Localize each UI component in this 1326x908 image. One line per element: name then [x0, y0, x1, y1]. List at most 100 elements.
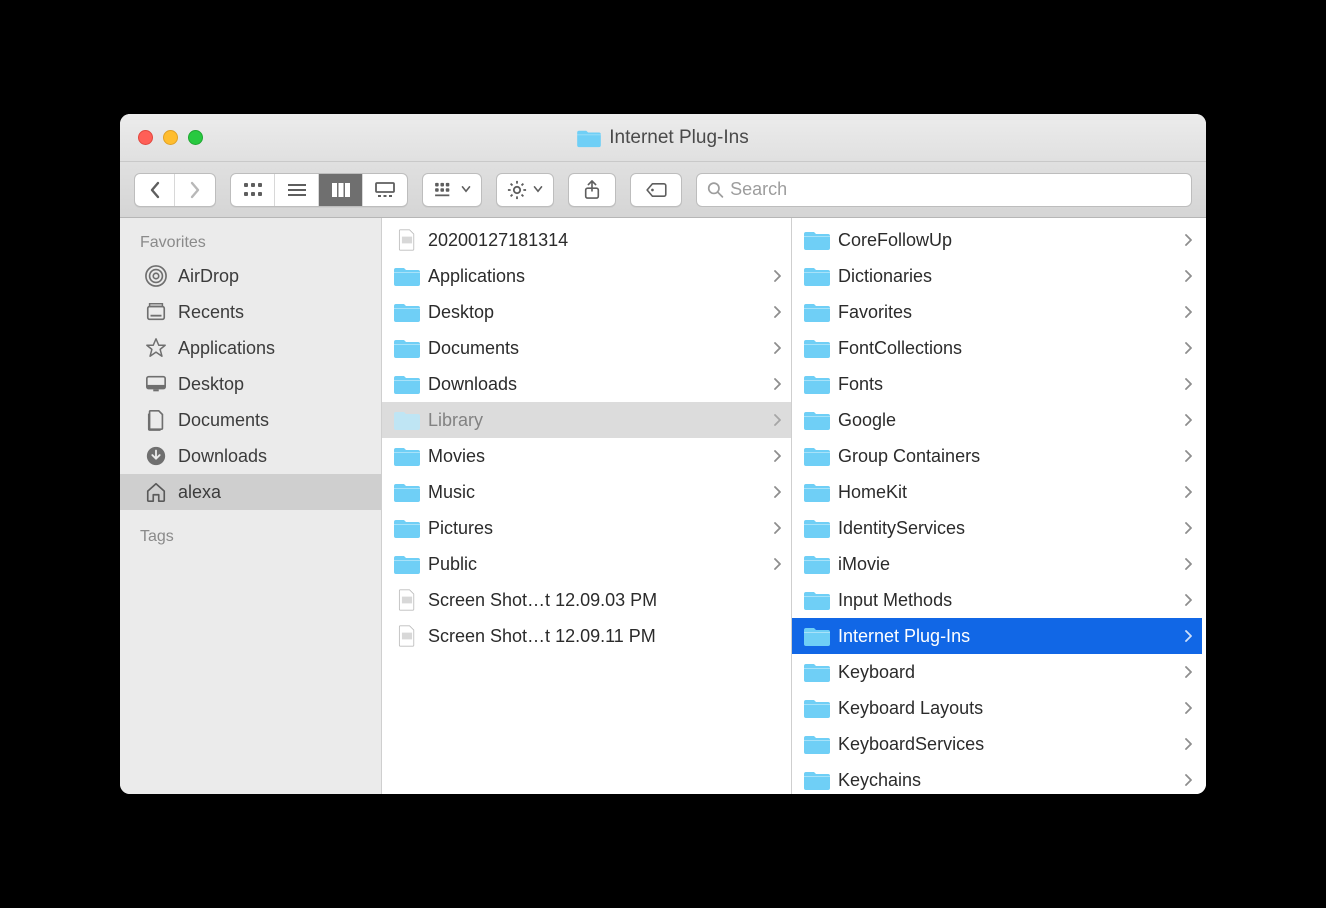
chevron-right-icon [1184, 482, 1192, 503]
folder-row[interactable]: Music [382, 474, 791, 510]
folder-row[interactable]: Group Containers [792, 438, 1202, 474]
chevron-right-icon [1184, 554, 1192, 575]
chevron-right-icon [1184, 230, 1192, 251]
folder-icon [804, 553, 830, 575]
forward-button[interactable] [175, 174, 215, 206]
sidebar-item-documents[interactable]: Documents [120, 402, 381, 438]
folder-row[interactable]: Downloads [382, 366, 791, 402]
folder-icon [577, 128, 601, 148]
item-name: Fonts [838, 374, 1176, 395]
folder-icon [804, 481, 830, 503]
column-1[interactable]: 20200127181314 Applications Desktop Docu… [382, 218, 792, 794]
maximize-button[interactable] [188, 130, 203, 145]
titlebar[interactable]: Internet Plug-Ins [120, 114, 1206, 162]
folder-row[interactable]: iMovie [792, 546, 1202, 582]
chevron-right-icon [773, 302, 781, 323]
folder-icon [394, 337, 420, 359]
sidebar-item-label: Recents [178, 302, 244, 323]
item-name: FontCollections [838, 338, 1176, 359]
file-row[interactable]: Screen Shot…t 12.09.03 PM [382, 582, 791, 618]
item-name: Music [428, 482, 765, 503]
folder-row[interactable]: Input Methods [792, 582, 1202, 618]
folder-row[interactable]: Documents [382, 330, 791, 366]
file-row[interactable]: 20200127181314 [382, 222, 791, 258]
folder-row[interactable]: Google [792, 402, 1202, 438]
window-title-text: Internet Plug-Ins [609, 127, 748, 149]
minimize-button[interactable] [163, 130, 178, 145]
airdrop-icon [144, 265, 168, 287]
folder-row[interactable]: Dictionaries [792, 258, 1202, 294]
columns-icon [331, 181, 351, 199]
folder-icon [394, 445, 420, 467]
gallery-view-button[interactable] [363, 174, 407, 206]
sidebar-item-downloads[interactable]: Downloads [120, 438, 381, 474]
traffic-lights [138, 130, 203, 145]
applications-icon [144, 337, 168, 359]
folder-row[interactable]: Internet Plug-Ins [792, 618, 1202, 654]
folder-icon [804, 337, 830, 359]
chevron-right-icon [773, 338, 781, 359]
folder-icon [804, 769, 830, 791]
list-view-button[interactable] [275, 174, 319, 206]
folder-row[interactable]: Applications [382, 258, 791, 294]
chevron-right-icon [1184, 518, 1192, 539]
folder-icon [394, 553, 420, 575]
sidebar-item-label: AirDrop [178, 266, 239, 287]
column-2[interactable]: CoreFollowUp Dictionaries Favorites Font… [792, 218, 1202, 794]
item-name: Favorites [838, 302, 1176, 323]
item-name: Google [838, 410, 1176, 431]
sidebar-item-airdrop[interactable]: AirDrop [120, 258, 381, 294]
folder-row[interactable]: Movies [382, 438, 791, 474]
chevron-right-icon [773, 410, 781, 431]
sidebar-item-alexa[interactable]: alexa [120, 474, 381, 510]
tags-button[interactable] [630, 173, 682, 207]
folder-row[interactable]: KeyboardServices [792, 726, 1202, 762]
folder-row[interactable]: Keychains [792, 762, 1202, 794]
folder-row[interactable]: FontCollections [792, 330, 1202, 366]
folder-row[interactable]: Library [382, 402, 791, 438]
chevron-right-icon [773, 446, 781, 467]
folder-icon [394, 409, 420, 431]
grid-stack-icon [433, 182, 455, 198]
folder-row[interactable]: IdentityServices [792, 510, 1202, 546]
sidebar-item-recents[interactable]: Recents [120, 294, 381, 330]
folder-row[interactable]: HomeKit [792, 474, 1202, 510]
sidebar-item-applications[interactable]: Applications [120, 330, 381, 366]
column-view-button[interactable] [319, 174, 363, 206]
folder-row[interactable]: Fonts [792, 366, 1202, 402]
sidebar-item-label: Downloads [178, 446, 267, 467]
chevron-left-icon [145, 181, 165, 199]
chevron-right-icon [1184, 410, 1192, 431]
folder-row[interactable]: Public [382, 546, 791, 582]
folder-row[interactable]: Desktop [382, 294, 791, 330]
action-button[interactable] [496, 173, 554, 207]
folder-row[interactable]: Pictures [382, 510, 791, 546]
folder-row[interactable]: Favorites [792, 294, 1202, 330]
sidebar-item-label: Documents [178, 410, 269, 431]
chevron-right-icon [1184, 590, 1192, 611]
folder-icon [804, 733, 830, 755]
share-button[interactable] [568, 173, 616, 207]
folder-row[interactable]: CoreFollowUp [792, 222, 1202, 258]
file-row[interactable]: Screen Shot…t 12.09.11 PM [382, 618, 791, 654]
item-name: IdentityServices [838, 518, 1176, 539]
chevron-down-icon [533, 186, 543, 193]
folder-icon [804, 517, 830, 539]
folder-icon [394, 517, 420, 539]
back-button[interactable] [135, 174, 175, 206]
search-box[interactable] [696, 173, 1192, 207]
icon-view-button[interactable] [231, 174, 275, 206]
chevron-right-icon [773, 554, 781, 575]
folder-row[interactable]: Keyboard Layouts [792, 690, 1202, 726]
sidebar-item-desktop[interactable]: Desktop [120, 366, 381, 402]
folder-row[interactable]: Keyboard [792, 654, 1202, 690]
sidebar[interactable]: Favorites AirDrop Recents Applications D… [120, 218, 382, 794]
folder-icon [804, 589, 830, 611]
gallery-icon [375, 181, 395, 199]
downloads-icon [144, 445, 168, 467]
toolbar [120, 162, 1206, 218]
close-button[interactable] [138, 130, 153, 145]
search-input[interactable] [730, 179, 1181, 200]
folder-icon [394, 301, 420, 323]
group-by-button[interactable] [422, 173, 482, 207]
